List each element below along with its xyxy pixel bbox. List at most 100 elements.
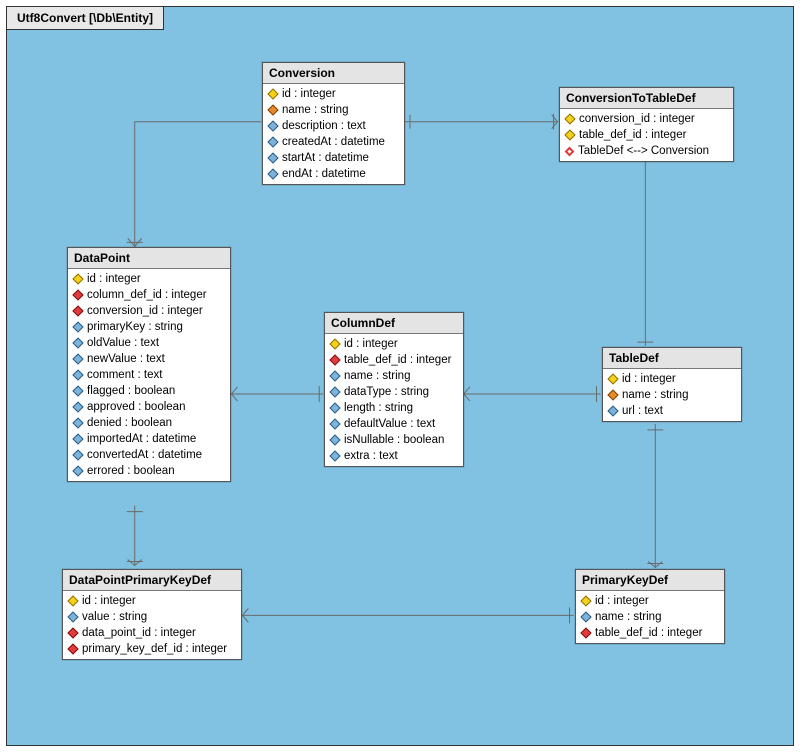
- attribute-icon: [267, 136, 278, 147]
- primary-key-icon: [67, 595, 78, 606]
- attribute-row: table_def_id : integer: [325, 352, 463, 368]
- attribute-row: id : integer: [576, 593, 724, 609]
- entity-header: ConversionToTableDef: [560, 88, 733, 109]
- diagram-title: Utf8Convert [\Db\Entity]: [6, 6, 164, 30]
- entity-tabledef[interactable]: TableDef id : integer name : string url : …: [602, 347, 742, 422]
- attribute-row: convertedAt : datetime: [68, 447, 230, 463]
- attribute-icon: [329, 450, 340, 461]
- attribute-text: endAt : datetime: [282, 168, 366, 180]
- foreign-key-icon: [67, 627, 78, 638]
- attribute-row: isNullable : boolean: [325, 432, 463, 448]
- entity-datapoint[interactable]: DataPoint id : integercolumn_def_id : in…: [67, 247, 231, 482]
- primary-key-icon: [564, 113, 575, 124]
- attribute-icon: [72, 417, 83, 428]
- entity-conversion[interactable]: Conversion id : integername : stringdesc…: [262, 62, 405, 185]
- attribute-row: primary_key_def_id : integer: [63, 641, 241, 657]
- attribute-row: url : text: [603, 403, 741, 419]
- attribute-row: conversion_id : integer: [560, 111, 733, 127]
- attribute-text: errored : boolean: [87, 465, 175, 477]
- primary-key-icon: [607, 373, 618, 384]
- attribute-row: name : string: [603, 387, 741, 403]
- attribute-icon: [72, 385, 83, 396]
- attribute-text: table_def_id : integer: [595, 627, 702, 639]
- attribute-text: comment : text: [87, 369, 162, 381]
- primary-key-icon: [267, 88, 278, 99]
- attribute-row: id : integer: [263, 86, 404, 102]
- attribute-text: table_def_id : integer: [344, 354, 451, 366]
- attribute-icon: [267, 152, 278, 163]
- attribute-text: name : string: [622, 389, 688, 401]
- primary-key-icon: [580, 595, 591, 606]
- attribute-row: importedAt : datetime: [68, 431, 230, 447]
- attribute-text: conversion_id : integer: [87, 305, 203, 317]
- attribute-icon: [72, 433, 83, 444]
- attribute-text: primaryKey : string: [87, 321, 183, 333]
- foreign-key-icon: [580, 627, 591, 638]
- attribute-row: extra : text: [325, 448, 463, 464]
- attribute-text: denied : boolean: [87, 417, 172, 429]
- entity-header: DataPointPrimaryKeyDef: [63, 570, 241, 591]
- attribute-icon: [67, 611, 78, 622]
- entity-header: Conversion: [263, 63, 404, 84]
- entity-conversion-to-tabledef[interactable]: ConversionToTableDef conversion_id : int…: [559, 87, 734, 162]
- attribute-row: comment : text: [68, 367, 230, 383]
- attribute-row: name : string: [325, 368, 463, 384]
- entity-primarykeydef[interactable]: PrimaryKeyDef id : integername : stringt…: [575, 569, 725, 644]
- attribute-row: id : integer: [603, 371, 741, 387]
- attribute-row: description : text: [263, 118, 404, 134]
- entity-body: id : integer table_def_id : integer name :…: [325, 334, 463, 466]
- entity-body: id : integername : stringdescription : t…: [263, 84, 404, 184]
- attribute-icon: [607, 405, 618, 416]
- attribute-text: convertedAt : datetime: [87, 449, 202, 461]
- attribute-row: conversion_id : integer: [68, 303, 230, 319]
- attribute-row: flagged : boolean: [68, 383, 230, 399]
- attribute-text: flagged : boolean: [87, 385, 175, 397]
- attribute-row: createdAt : datetime: [263, 134, 404, 150]
- attribute-icon: [329, 370, 340, 381]
- attribute-text: name : string: [344, 370, 410, 382]
- entity-datapoint-primarykeydef[interactable]: DataPointPrimaryKeyDef id : integervalue…: [62, 569, 242, 660]
- entity-header: ColumnDef: [325, 313, 463, 334]
- attribute-text: TableDef <--> Conversion: [578, 145, 709, 157]
- entity-body: id : integercolumn_def_id : integer conve…: [68, 269, 230, 481]
- attribute-row: startAt : datetime: [263, 150, 404, 166]
- attribute-text: id : integer: [282, 88, 336, 100]
- attribute-text: id : integer: [344, 338, 398, 350]
- attribute-icon: [72, 337, 83, 348]
- attribute-icon: [72, 449, 83, 460]
- attribute-row: oldValue : text: [68, 335, 230, 351]
- attribute-text: id : integer: [622, 373, 676, 385]
- attribute-icon: [329, 434, 340, 445]
- attribute-row: table_def_id : integer: [560, 127, 733, 143]
- foreign-key-icon: [72, 305, 83, 316]
- attribute-row: primaryKey : string: [68, 319, 230, 335]
- attribute-icon: [72, 465, 83, 476]
- primary-key-icon: [329, 338, 340, 349]
- attribute-row: column_def_id : integer: [68, 287, 230, 303]
- attribute-text: length : string: [344, 402, 413, 414]
- primary-key-icon: [564, 129, 575, 140]
- attribute-icon: [72, 401, 83, 412]
- attribute-row: id : integer: [68, 271, 230, 287]
- attribute-row: length : string: [325, 400, 463, 416]
- attribute-row: approved : boolean: [68, 399, 230, 415]
- attribute-text: conversion_id : integer: [579, 113, 695, 125]
- entity-body: id : integer name : string url : text: [603, 369, 741, 421]
- attribute-row: endAt : datetime: [263, 166, 404, 182]
- attribute-row: data_point_id : integer: [63, 625, 241, 641]
- attribute-text: startAt : datetime: [282, 152, 369, 164]
- entity-header: DataPoint: [68, 248, 230, 269]
- attribute-row: name : string: [576, 609, 724, 625]
- entity-body: id : integername : string table_def_id : …: [576, 591, 724, 643]
- attribute-icon: [267, 168, 278, 179]
- attribute-text: data_point_id : integer: [82, 627, 196, 639]
- attribute-row: table_def_id : integer: [576, 625, 724, 641]
- attribute-icon: [72, 321, 83, 332]
- attribute-icon: [607, 389, 618, 400]
- entity-columndef[interactable]: ColumnDef id : integer table_def_id : int…: [324, 312, 464, 467]
- attribute-row: id : integer: [325, 336, 463, 352]
- attribute-text: dataType : string: [344, 386, 429, 398]
- entity-header: TableDef: [603, 348, 741, 369]
- relation-icon: [565, 146, 575, 156]
- attribute-text: isNullable : boolean: [344, 434, 444, 446]
